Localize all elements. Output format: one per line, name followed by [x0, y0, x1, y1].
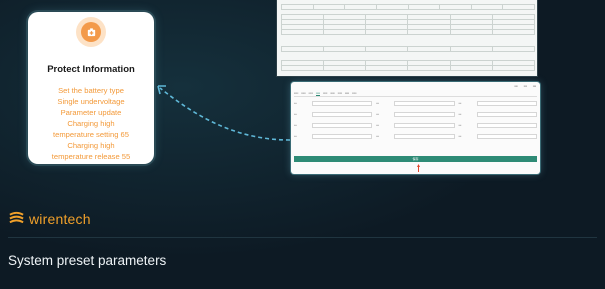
- screenshot-topbar: ▪▪▪ ▪▪▪ ▪▪▪: [514, 84, 536, 88]
- save-button[interactable]: 保存: [294, 156, 537, 162]
- settings-table: [280, 46, 536, 52]
- brand-name: wirentech: [29, 210, 91, 227]
- wirentech-logo-icon: [9, 211, 24, 224]
- divider: [8, 237, 597, 238]
- param-field: ▪▪▪: [376, 121, 455, 129]
- param-grid: ▪▪▪ ▪▪▪ ▪▪▪ ▪▪▪ ▪▪▪ ▪▪▪ ▪▪▪ ▪▪▪ ▪▪▪ ▪▪▪ …: [294, 99, 537, 140]
- screenshot-tabs: ▪▪▪▪ ▪▪▪▪ ▪▪▪▪ ▪▪▪▪ ▪▪▪▪ ▪▪▪▪ ▪▪▪▪ ▪▪▪▪ ▪▪▪▪: [294, 91, 537, 97]
- settings-screenshot-top: [276, 0, 538, 77]
- settings-table: [280, 14, 536, 35]
- param-field: ▪▪▪: [376, 110, 455, 118]
- param-field: ▪▪▪: [459, 132, 537, 140]
- caption: System preset parameters: [8, 253, 167, 268]
- param-field: ▪▪▪: [294, 121, 373, 129]
- param-field: ▪▪▪: [459, 110, 537, 118]
- param-field: ▪▪▪: [459, 121, 537, 129]
- param-field: ▪▪▪: [376, 99, 455, 107]
- settings-table: [280, 60, 536, 71]
- param-field: ▪▪▪: [376, 132, 455, 140]
- arrow-up-icon: [417, 164, 420, 172]
- settings-table: [281, 4, 535, 10]
- param-field: ▪▪▪: [294, 132, 373, 140]
- param-field: ▪▪▪: [459, 99, 537, 107]
- parameter-screenshot: ▪▪▪ ▪▪▪ ▪▪▪ ▪▪▪▪ ▪▪▪▪ ▪▪▪▪ ▪▪▪▪ ▪▪▪▪ ▪▪▪▪ ▪▪▪▪ ▪…: [291, 82, 540, 174]
- param-field: ▪▪▪: [294, 110, 373, 118]
- param-field: ▪▪▪: [294, 99, 373, 107]
- brand-logo: wirentech: [8, 210, 91, 227]
